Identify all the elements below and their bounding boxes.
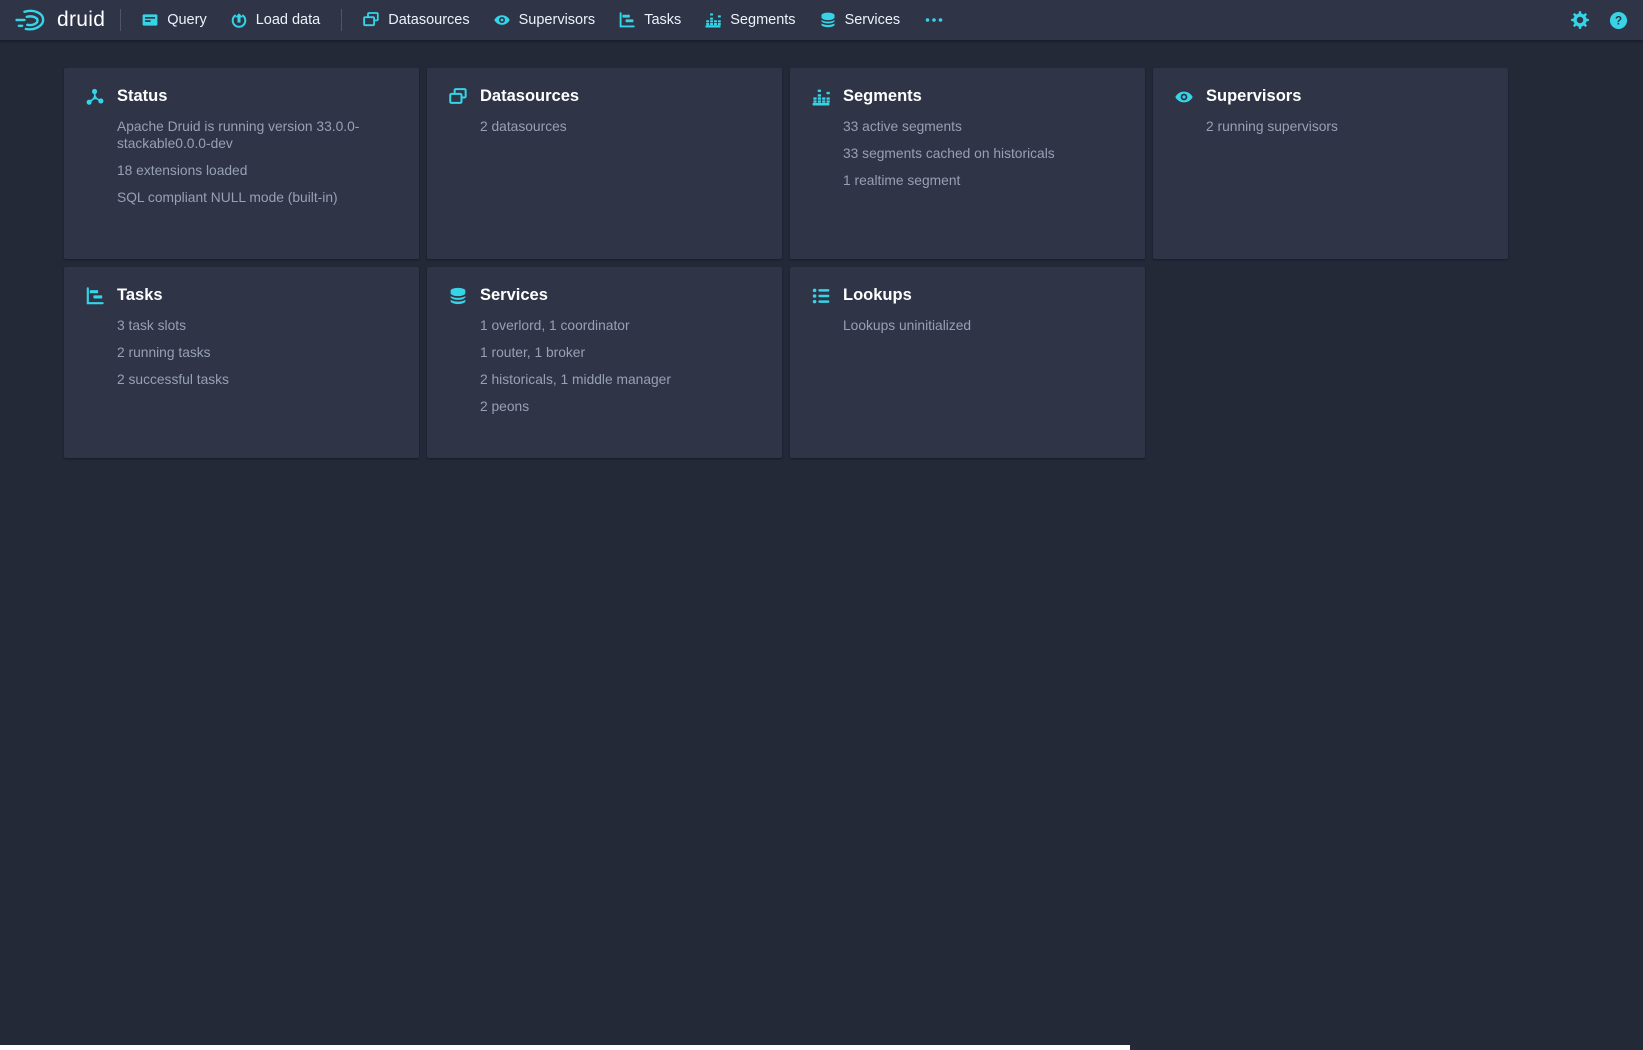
database-icon [820, 12, 836, 28]
card-title: Lookups [843, 286, 912, 306]
help-icon: ? [1609, 11, 1628, 30]
nav-item-label: Datasources [388, 12, 469, 28]
card-lookups[interactable]: Lookups Lookups uninitialized [790, 267, 1145, 458]
card-header: Supervisors [1175, 87, 1486, 107]
card-segments[interactable]: Segments 33 active segments 33 segments ca… [790, 68, 1145, 259]
card-title: Supervisors [1206, 87, 1301, 107]
card-datasources[interactable]: Datasources 2 datasources [427, 68, 782, 259]
card-status[interactable]: Status Apache Druid is running version 33… [64, 68, 419, 259]
navbar-divider [341, 9, 342, 31]
nav-item-datasources[interactable]: Datasources [351, 0, 481, 40]
card-body: 33 active segments 33 segments cached on … [843, 118, 1123, 189]
nav-item-services[interactable]: Services [808, 0, 913, 40]
card-stat-line: 1 overlord, 1 coordinator [480, 317, 760, 334]
card-services[interactable]: Services 1 overlord, 1 coordinator 1 route… [427, 267, 782, 458]
nav-item-label: Supervisors [519, 12, 596, 28]
nav-item-tasks[interactable]: Tasks [607, 0, 693, 40]
druid-logo-icon [12, 6, 50, 34]
card-stat-line: Lookups uninitialized [843, 317, 1123, 334]
navbar-primary-group: Query Load data [130, 0, 332, 40]
card-title: Services [480, 286, 548, 306]
card-stat-line: 2 running tasks [117, 344, 397, 361]
navbar-secondary-group: Datasources Supervisors Tasks Segments Servi… [351, 0, 912, 40]
card-body: Apache Druid is running version 33.0.0-s… [117, 118, 397, 206]
card-header: Segments [812, 87, 1123, 107]
gear-icon [1571, 11, 1589, 29]
help-button[interactable]: ? [1603, 5, 1633, 35]
gantt-chart-icon [86, 287, 104, 305]
card-stat-line: 1 realtime segment [843, 172, 1123, 189]
top-navbar: druid Query Load data Datasources Supervis… [0, 0, 1643, 40]
card-body: 1 overlord, 1 coordinator 1 router, 1 bro… [480, 317, 760, 415]
upload-icon [231, 12, 247, 28]
card-stat-line: 33 active segments [843, 118, 1123, 135]
card-title: Tasks [117, 286, 163, 306]
card-stat-line: 3 task slots [117, 317, 397, 334]
stacked-chart-icon [705, 12, 721, 28]
properties-icon [812, 287, 830, 305]
navbar-more-button[interactable] [912, 0, 956, 40]
card-stat-line: 2 running supervisors [1206, 118, 1486, 135]
svg-text:?: ? [1614, 14, 1621, 27]
nav-item-label: Services [845, 12, 901, 28]
nav-item-segments[interactable]: Segments [693, 0, 807, 40]
card-stat-line: 2 datasources [480, 118, 760, 135]
card-header: Lookups [812, 286, 1123, 306]
nav-item-query[interactable]: Query [130, 0, 219, 40]
stacked-chart-icon [812, 88, 830, 106]
card-title: Datasources [480, 87, 579, 107]
card-title: Segments [843, 87, 922, 107]
card-header: Services [449, 286, 760, 306]
nav-item-label: Query [167, 12, 207, 28]
card-stat-line: 18 extensions loaded [117, 162, 397, 179]
card-header: Tasks [86, 286, 397, 306]
nav-item-supervisors[interactable]: Supervisors [482, 0, 608, 40]
card-stat-line: SQL compliant NULL mode (built-in) [117, 189, 397, 206]
card-stat-line: 33 segments cached on historicals [843, 145, 1123, 162]
card-body: Lookups uninitialized [843, 317, 1123, 334]
home-cards-grid: Status Apache Druid is running version 33… [64, 68, 1516, 458]
nav-item-label: Segments [730, 12, 795, 28]
card-stat-line: 2 peons [480, 398, 760, 415]
eye-icon [1175, 88, 1193, 106]
database-icon [449, 287, 467, 305]
card-header: Datasources [449, 87, 760, 107]
multi-select-icon [363, 12, 379, 28]
card-body: 3 task slots 2 running tasks 2 successful … [117, 317, 397, 388]
card-stat-line: 2 successful tasks [117, 371, 397, 388]
bottom-page-edge [0, 1045, 1130, 1050]
card-body: 2 datasources [480, 118, 760, 135]
settings-button[interactable] [1565, 5, 1595, 35]
druid-logo[interactable]: druid [6, 6, 111, 34]
card-stat-line: 2 historicals, 1 middle manager [480, 371, 760, 388]
multi-select-icon [449, 88, 467, 106]
nav-item-label: Tasks [644, 12, 681, 28]
card-stat-line: 1 router, 1 broker [480, 344, 760, 361]
gantt-chart-icon [619, 12, 635, 28]
card-title: Status [117, 87, 167, 107]
more-icon [924, 12, 944, 28]
navbar-divider [120, 9, 121, 31]
card-body: 2 running supervisors [1206, 118, 1486, 135]
eye-icon [494, 12, 510, 28]
card-header: Status [86, 87, 397, 107]
nav-item-label: Load data [256, 12, 321, 28]
card-tasks[interactable]: Tasks 3 task slots 2 running tasks 2 succes… [64, 267, 419, 458]
nav-item-load-data[interactable]: Load data [219, 0, 333, 40]
card-supervisors[interactable]: Supervisors 2 running supervisors [1153, 68, 1508, 259]
application-icon [142, 12, 158, 28]
graph-icon [86, 88, 104, 106]
druid-logo-text: druid [57, 9, 105, 32]
navbar-right-group: ? [1565, 5, 1633, 35]
card-stat-line: Apache Druid is running version 33.0.0-s… [117, 118, 397, 152]
